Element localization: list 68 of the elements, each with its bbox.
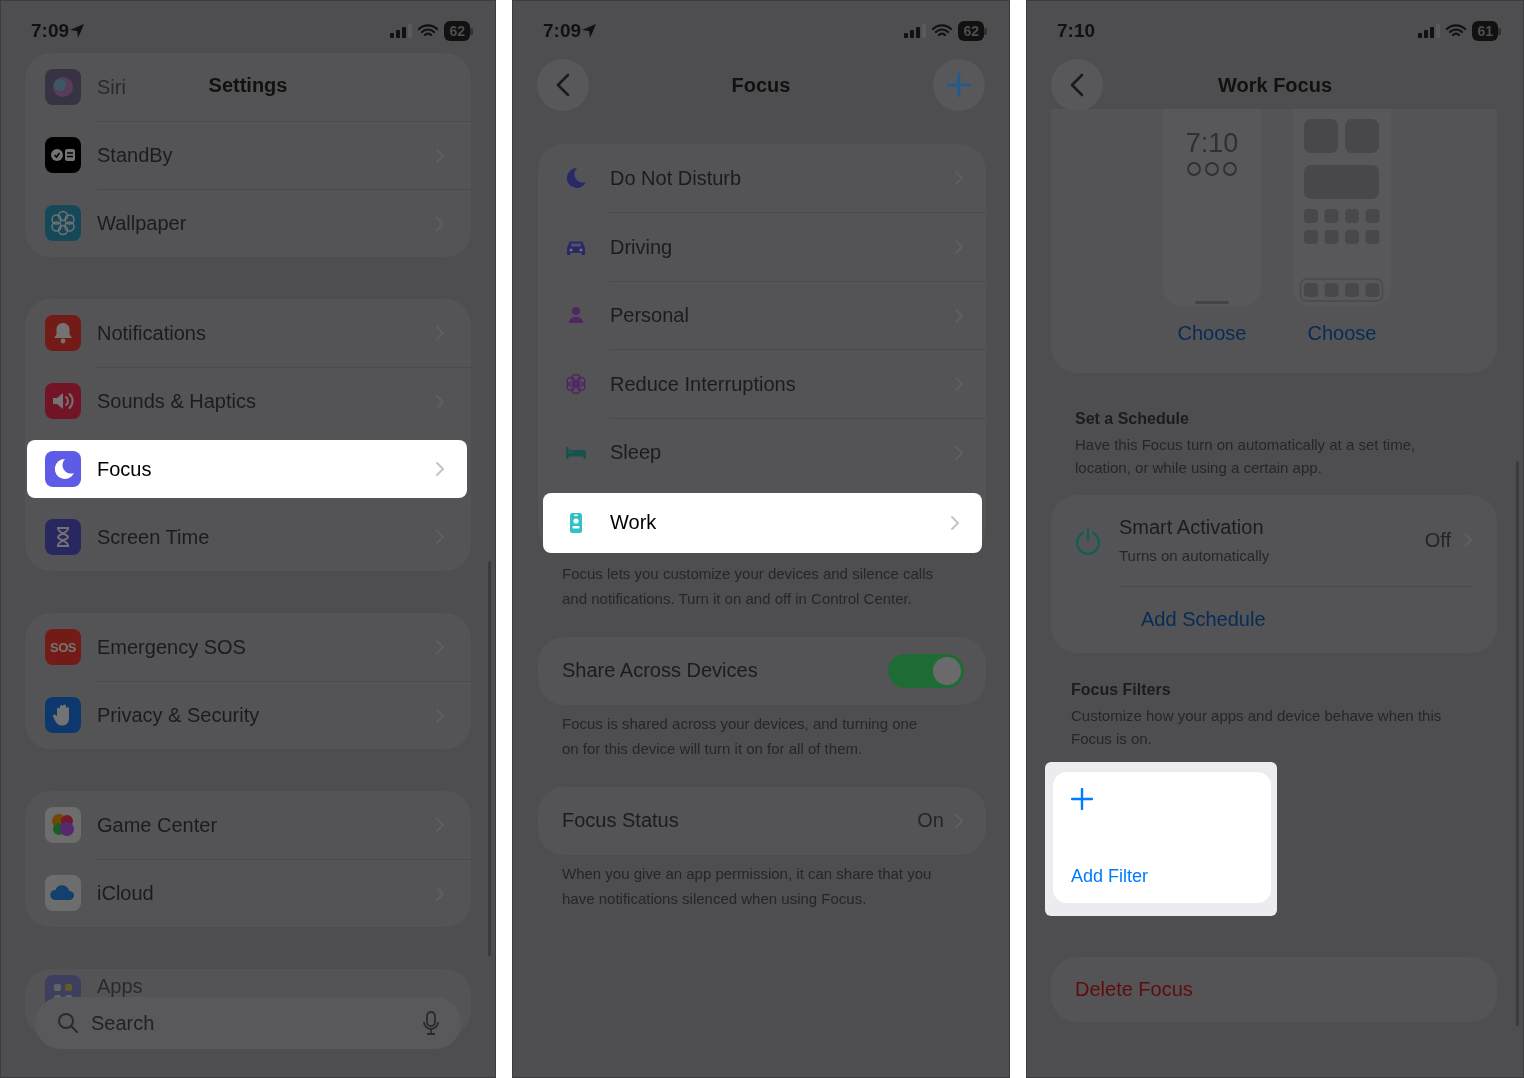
settings-row[interactable]: Privacy & Security: [25, 681, 471, 749]
settings-row[interactable]: Focus: [27, 440, 467, 498]
power-icon: [1075, 526, 1101, 555]
plus-icon: [1071, 788, 1093, 810]
focus-mode-row[interactable]: Reduce Interruptions: [538, 349, 986, 418]
chevron-left-icon: [556, 73, 570, 97]
moon-icon: [564, 166, 588, 191]
focus-mode-row[interactable]: Driving: [538, 212, 986, 281]
battery-cap-icon: [984, 27, 987, 35]
microphone-icon: [423, 1011, 439, 1035]
colorful-bubbles-icon: [45, 807, 81, 843]
signal-icon: [390, 24, 413, 38]
add-filter-button[interactable]: Add Filter: [1053, 772, 1271, 903]
flower-icon: [45, 205, 81, 241]
toggle-switch[interactable]: [888, 653, 964, 688]
sos-icon: SOS: [45, 629, 81, 665]
status-time: 7:10: [1057, 20, 1096, 42]
hourglass-icon: [45, 519, 81, 555]
chevron-icon: [435, 461, 445, 477]
cloud-icon: [45, 875, 81, 911]
moon-icon: [45, 451, 81, 487]
search-field[interactable]: Search: [35, 997, 461, 1049]
battery-level: 62: [444, 21, 470, 41]
settings-row[interactable]: Wallpaper: [25, 189, 471, 257]
row-label: Share Across Devices: [562, 659, 759, 682]
add-button[interactable]: [933, 59, 985, 111]
wifi-icon: [932, 24, 953, 38]
chevron-left-icon: [1070, 73, 1084, 97]
signal-icon: [904, 24, 927, 38]
settings-row[interactable]: SOS Emergency SOS: [25, 613, 471, 681]
focus-mode-row[interactable]: Personal: [538, 281, 986, 350]
signal-icon: [1418, 24, 1441, 38]
settings-row[interactable]: Screen Time: [25, 503, 471, 571]
status-time: 7:09: [31, 20, 70, 42]
settings-row[interactable]: StandBy: [25, 121, 471, 189]
speaker-icon: [45, 383, 81, 419]
choose-button[interactable]: Choose: [1177, 322, 1247, 345]
settings-row[interactable]: Game Center: [25, 791, 471, 859]
delete-focus-button[interactable]: Delete Focus: [1051, 957, 1497, 1022]
bell-icon: [45, 315, 81, 351]
add-schedule-link[interactable]: Add Schedule: [1141, 586, 1266, 653]
battery-cap-icon: [1498, 27, 1501, 35]
wifi-icon: [418, 24, 439, 38]
settings-row[interactable]: Notifications: [25, 299, 471, 367]
battery-level: 62: [958, 21, 984, 41]
flower-icon: [564, 371, 588, 396]
clock-widget-icon: [45, 137, 81, 173]
focus-mode-row[interactable]: Do Not Disturb: [538, 144, 986, 213]
focus-mode-row[interactable]: Work: [543, 492, 982, 553]
wifi-icon: [1446, 24, 1467, 38]
chevron-icon: [950, 514, 960, 531]
circles-icon: [1186, 161, 1238, 177]
screen-title: Work Focus: [1217, 74, 1333, 97]
screen-title: Focus: [731, 74, 791, 97]
back-button[interactable]: [1051, 59, 1103, 111]
back-button[interactable]: [537, 59, 589, 111]
battery-level: 61: [1472, 21, 1498, 41]
battery-cap-icon: [470, 27, 473, 35]
plus-icon: [946, 72, 972, 98]
hand-icon: [45, 697, 81, 733]
focus-mode-row[interactable]: Sleep: [538, 418, 986, 487]
settings-row[interactable]: iCloud: [25, 859, 471, 927]
status-time: 7:09: [543, 20, 582, 42]
settings-row[interactable]: Sounds & Haptics: [25, 367, 471, 435]
search-icon: [57, 1012, 79, 1034]
choose-button[interactable]: Choose: [1307, 322, 1377, 345]
orb-icon: [45, 69, 81, 105]
screen-title: Settings: [208, 74, 288, 97]
